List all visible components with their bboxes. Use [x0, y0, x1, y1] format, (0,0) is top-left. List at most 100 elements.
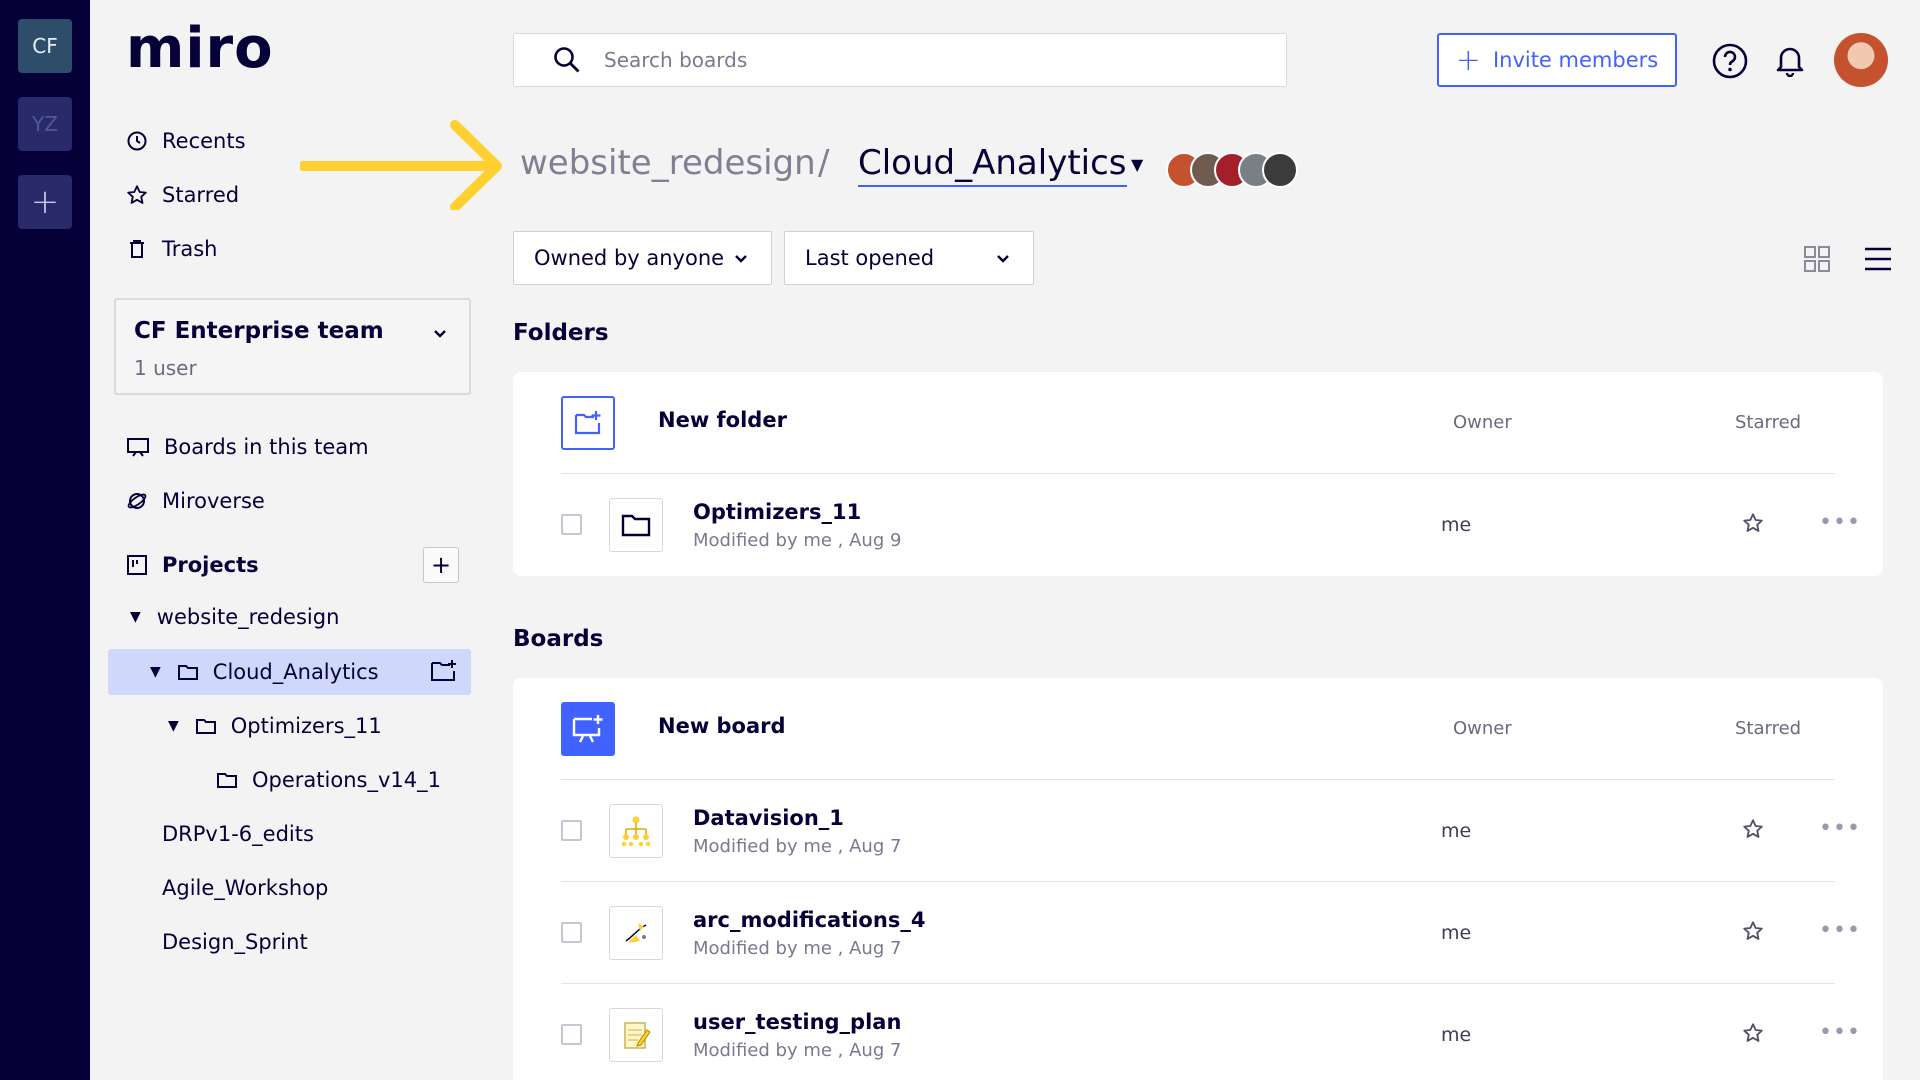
board-name[interactable]: arc_modifications_4: [693, 908, 925, 932]
clock-icon: [127, 131, 147, 151]
board-name[interactable]: user_testing_plan: [693, 1010, 901, 1034]
tree-project-label: DRPv1-6_edits: [162, 822, 314, 846]
nav-recents[interactable]: Recents: [126, 126, 246, 156]
planet-icon: [127, 493, 147, 509]
tree-project-label: website_redesign: [156, 605, 340, 629]
sort-value: Last opened: [805, 246, 935, 270]
row-checkbox[interactable]: [561, 1024, 582, 1045]
row-checkbox[interactable]: [561, 820, 582, 841]
nav-miroverse-label: Miroverse: [162, 489, 265, 513]
more-options-icon[interactable]: •••: [1819, 918, 1861, 943]
search-input[interactable]: [604, 48, 1204, 72]
tree-project-label: Design_Sprint: [162, 930, 308, 954]
add-folder-icon: [574, 411, 601, 435]
team-name: CF Enterprise team: [134, 318, 384, 344]
folder-meta: Modified by me , Aug 9: [693, 530, 902, 551]
grid-view-icon[interactable]: [1803, 245, 1831, 273]
nav-projects-label: Projects: [162, 553, 259, 577]
tree-folder-operations[interactable]: Operations_v14_1: [216, 765, 441, 795]
notepad-icon: [624, 1022, 651, 1049]
board-name[interactable]: Datavision_1: [693, 806, 844, 830]
nav-starred-label: Starred: [162, 183, 240, 207]
folders-title: Folders: [513, 320, 609, 346]
owner-filter-dropdown[interactable]: Owned by anyone: [513, 231, 772, 285]
board-thumbnail: [609, 804, 663, 858]
tree-folder-optimizers[interactable]: ▼ Optimizers_11: [168, 711, 382, 741]
row-checkbox[interactable]: [561, 922, 582, 943]
board-row[interactable]: Datavision_1 Modified by me , Aug 7 me •…: [561, 780, 1860, 882]
folder-owner: me: [1441, 514, 1472, 536]
nav-boards-in-team[interactable]: Boards in this team: [126, 432, 369, 462]
help-icon[interactable]: [1711, 42, 1749, 80]
list-view-icon[interactable]: [1864, 245, 1892, 273]
member-avatar: [1262, 152, 1298, 188]
new-folder-button[interactable]: [561, 396, 615, 450]
chevron-down-icon: [997, 255, 1009, 263]
nav-projects[interactable]: Projects: [126, 550, 259, 580]
board-row[interactable]: arc_modifications_4 Modified by me , Aug…: [561, 882, 1860, 984]
more-options-icon[interactable]: •••: [1819, 1020, 1861, 1045]
tree-project-label: Agile_Workshop: [162, 876, 329, 900]
more-options-icon[interactable]: •••: [1819, 816, 1861, 841]
user-avatar[interactable]: [1834, 33, 1888, 87]
breadcrumb-current[interactable]: Cloud_Analytics: [858, 143, 1127, 187]
tree-folder-cloud-analytics[interactable]: ▼ Cloud_Analytics: [150, 657, 379, 687]
nav-boards-in-team-label: Boards in this team: [164, 435, 369, 459]
board-row[interactable]: user_testing_plan Modified by me , Aug 7…: [561, 984, 1860, 1080]
add-project-button[interactable]: +: [423, 547, 459, 583]
row-checkbox[interactable]: [561, 514, 582, 535]
caret-down-icon: ▼: [168, 718, 179, 734]
new-board-button[interactable]: [561, 702, 615, 756]
nav-starred[interactable]: Starred: [126, 180, 239, 210]
tree-folder-label: Cloud_Analytics: [212, 660, 379, 684]
folder-members[interactable]: [1166, 152, 1298, 188]
tree-project-agile-workshop[interactable]: Agile_Workshop: [162, 873, 328, 903]
add-folder-icon[interactable]: [430, 659, 458, 683]
folder-row[interactable]: Optimizers_11 Modified by me , Aug 9 me …: [561, 474, 1860, 576]
team-rail: CF YZ +: [0, 0, 90, 1080]
miro-logo[interactable]: miro: [126, 16, 274, 81]
folder-name[interactable]: Optimizers_11: [693, 500, 861, 524]
sort-dropdown[interactable]: Last opened: [784, 231, 1034, 285]
breadcrumb-parent[interactable]: website_redesign: [520, 143, 816, 183]
col-starred-header: Starred: [1735, 412, 1802, 433]
star-icon[interactable]: [1742, 512, 1764, 534]
new-board-label[interactable]: New board: [658, 714, 786, 738]
chevron-down-icon: [434, 330, 446, 338]
star-icon[interactable]: [1742, 818, 1764, 840]
projects-icon: [127, 555, 147, 575]
star-icon[interactable]: [1742, 1022, 1764, 1044]
nav-miroverse[interactable]: Miroverse: [126, 486, 265, 516]
search-icon: [554, 47, 580, 73]
team-switch-cf[interactable]: CF: [18, 19, 72, 73]
caret-down-icon[interactable]: ▼: [1131, 155, 1143, 174]
plus-icon: +: [1455, 42, 1481, 78]
team-switch-yz[interactable]: YZ: [18, 97, 72, 151]
invite-members-button[interactable]: + Invite members: [1437, 33, 1677, 87]
board-meta: Modified by me , Aug 7: [693, 1040, 902, 1061]
more-options-icon[interactable]: •••: [1819, 510, 1861, 535]
folders-header-row: New folder Owner Starred: [561, 372, 1835, 474]
tree-project-design-sprint[interactable]: Design_Sprint: [162, 927, 308, 957]
team-selector[interactable]: CF Enterprise team 1 user: [114, 298, 471, 395]
breadcrumb-separator: /: [818, 143, 830, 183]
caret-down-icon: ▼: [130, 609, 141, 625]
nav-recents-label: Recents: [162, 129, 246, 153]
tree-project-drpv1[interactable]: DRPv1-6_edits: [162, 819, 314, 849]
boards-title: Boards: [513, 626, 604, 652]
chevron-down-icon: [735, 255, 747, 263]
owner-filter-value: Owned by anyone: [534, 246, 725, 270]
add-team-button[interactable]: +: [18, 175, 72, 229]
invite-members-label: Invite members: [1492, 48, 1659, 72]
folders-card: New folder Owner Starred Optimizers_11 M…: [513, 372, 1883, 576]
new-folder-label[interactable]: New folder: [658, 408, 787, 432]
tree-subsub-label: Operations_v14_1: [252, 768, 441, 792]
bell-icon[interactable]: [1774, 43, 1806, 77]
boards-card: New board Owner Starred Datavision_1 Mod…: [513, 678, 1883, 1080]
nav-trash[interactable]: Trash: [126, 234, 218, 264]
folder-icon: [195, 719, 216, 734]
search-box[interactable]: [513, 33, 1287, 87]
star-icon[interactable]: [1742, 920, 1764, 942]
tree-project-website-redesign[interactable]: ▼ website_redesign: [130, 602, 339, 632]
board-owner: me: [1441, 1024, 1472, 1046]
